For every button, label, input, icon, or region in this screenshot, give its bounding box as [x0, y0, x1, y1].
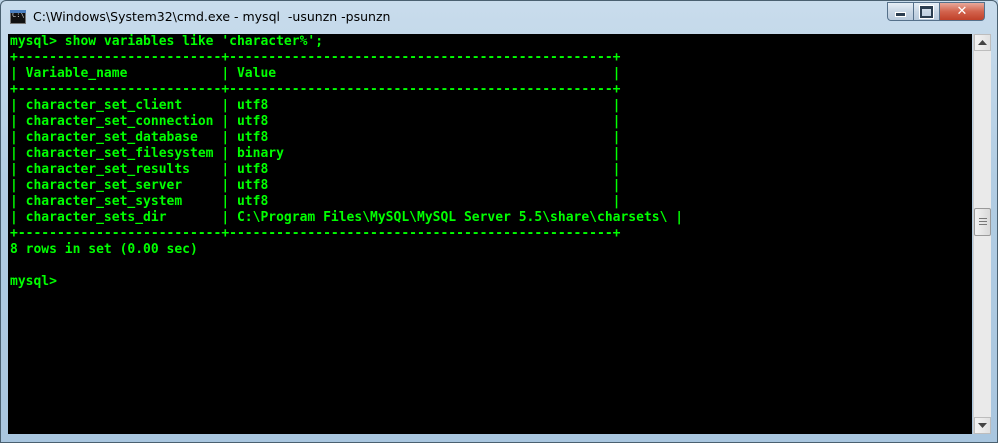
maximize-icon [919, 4, 934, 19]
window-title: C:\Windows\System32\cmd.exe - mysql -usu… [33, 9, 391, 24]
console-line: | character_set_filesystem | binary | [10, 146, 621, 161]
grip-line [979, 218, 987, 219]
console-text: mysql> show variables like 'character%';… [8, 34, 972, 290]
minimize-button[interactable] [887, 2, 914, 21]
scroll-up-button[interactable] [974, 34, 991, 51]
console-line: +--------------------------+------------… [10, 226, 621, 241]
console-line: | character_set_database | utf8 | [10, 130, 621, 145]
console-prompt: mysql> [10, 274, 57, 289]
grip-line [979, 221, 987, 222]
console-line: 8 rows in set (0.00 sec) [10, 242, 198, 257]
console-line: | character_set_system | utf8 | [10, 194, 621, 209]
console-line: +--------------------------+------------… [10, 50, 621, 65]
console-line: | character_set_server | utf8 | [10, 178, 621, 193]
grip-line [979, 224, 987, 225]
console-line: | character_set_results | utf8 | [10, 162, 621, 177]
app-icon-text: C:\ [12, 11, 25, 19]
minimize-icon [895, 12, 906, 17]
maximize-button[interactable] [913, 2, 940, 21]
console-line: | character_set_connection | utf8 | [10, 114, 621, 129]
arrow-up-icon [978, 39, 987, 45]
close-button[interactable]: ✕ [939, 2, 985, 21]
cmd-app-icon[interactable]: C:\ [10, 10, 26, 24]
vertical-scrollbar[interactable] [973, 34, 991, 434]
scrollbar-thumb[interactable] [974, 208, 991, 236]
scroll-down-button[interactable] [974, 417, 991, 434]
title-bar[interactable]: C:\ C:\Windows\System32\cmd.exe - mysql … [1, 1, 997, 33]
console-line: mysql> show variables like 'character%'; [10, 34, 324, 49]
cmd-window: C:\ C:\Windows\System32\cmd.exe - mysql … [0, 0, 998, 443]
console-line: +--------------------------+------------… [10, 82, 621, 97]
console-line: | character_set_client | utf8 | [10, 98, 621, 113]
close-icon: ✕ [956, 4, 968, 19]
console-line: | character_sets_dir | C:\Program Files\… [10, 210, 684, 225]
console-line: | Variable_name | Value | [10, 66, 621, 81]
arrow-down-icon [978, 422, 987, 428]
console-output[interactable]: mysql> show variables like 'character%';… [8, 34, 972, 434]
